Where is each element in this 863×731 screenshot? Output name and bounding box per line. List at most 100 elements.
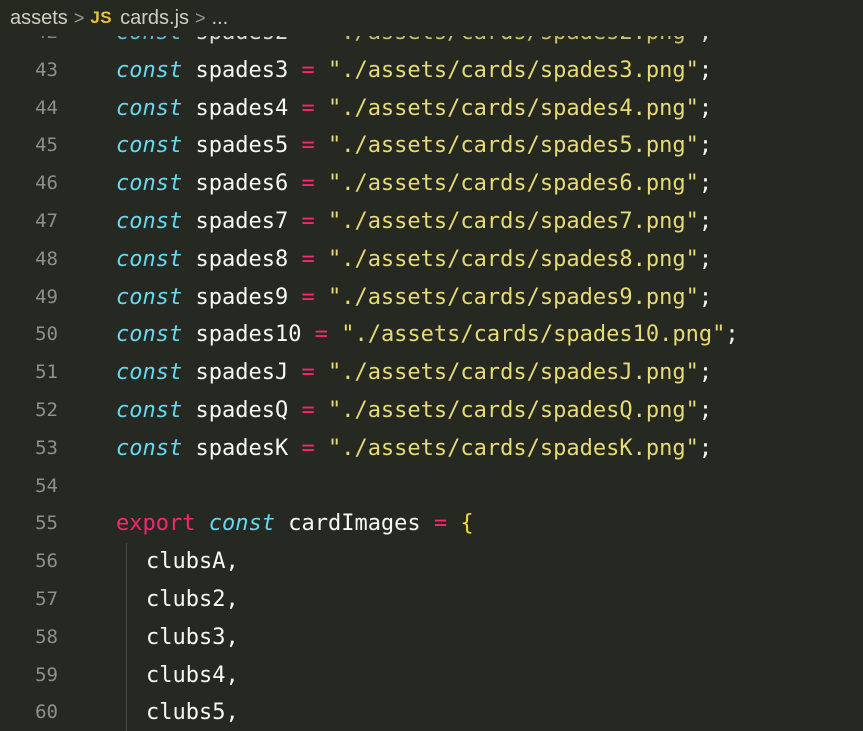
string-literal: "./assets/cards/spades3.png" [327, 57, 699, 83]
code-text: clubs4, [146, 657, 239, 695]
line-number: 42 [0, 36, 58, 52]
identifier: clubs3 [146, 624, 226, 650]
code-line[interactable]: 59 clubs4, [0, 656, 863, 695]
identifier: spades9 [195, 284, 289, 310]
keyword-const: const [208, 511, 275, 537]
keyword-const: const [116, 322, 183, 348]
string-literal: "./assets/cards/spades9.png" [327, 284, 699, 310]
javascript-file-icon: JS [90, 8, 113, 27]
string-literal: "./assets/cards/spades7.png" [327, 208, 699, 234]
keyword-const: const [116, 133, 183, 159]
string-literal: "./assets/cards/spades6.png" [327, 171, 699, 197]
code-line[interactable]: 44 const spades4 = "./assets/cards/spades… [0, 90, 863, 128]
code-line[interactable]: 53 const spadesK = "./assets/cards/spades… [0, 430, 863, 468]
code-text: clubs5, [146, 694, 239, 731]
code-text: clubsA, [146, 543, 239, 581]
code-text: const spadesK = "./assets/cards/spadesK.… [116, 430, 712, 468]
breadcrumb-file[interactable]: cards.js [120, 7, 189, 30]
semicolon: ; [698, 171, 713, 197]
operator: = [301, 284, 315, 310]
code-line[interactable]: 46 const spades6 = "./assets/cards/spades… [0, 165, 863, 203]
code-line[interactable]: 43 const spades3 = "./assets/cards/spades… [0, 52, 863, 90]
breadcrumb-symbol[interactable]: ... [212, 7, 229, 30]
code-text: const spades10 = "./assets/cards/spades1… [116, 316, 739, 354]
line-number: 55 [35, 512, 58, 535]
semicolon: ; [698, 133, 713, 159]
keyword-const: const [116, 95, 183, 121]
code-line[interactable]: 49 const spades9 = "./assets/cards/spades… [0, 279, 863, 317]
comma: , [225, 662, 239, 688]
code-line[interactable]: 57 clubs2, [0, 580, 863, 619]
code-text: const spades3 = "./assets/cards/spades3.… [116, 52, 712, 90]
identifier: spades8 [195, 246, 289, 272]
semicolon: ; [698, 435, 713, 461]
brace: { [460, 511, 474, 537]
line-number: 54 [35, 474, 58, 497]
line-number: 47 [35, 209, 58, 232]
comma: , [225, 586, 239, 612]
string-literal: "./assets/cards/spadesK.png" [327, 435, 699, 461]
keyword-const: const [116, 246, 183, 272]
code-line[interactable]: 52 const spadesQ = "./assets/cards/spades… [0, 392, 863, 430]
string-literal: "./assets/cards/spades8.png" [327, 246, 699, 272]
semicolon: ; [699, 36, 712, 45]
line-number: 58 [35, 625, 58, 648]
code-line[interactable]: 50 const spades10 = "./assets/cards/spade… [0, 316, 863, 354]
identifier: spadesJ [195, 360, 289, 386]
code-line[interactable]: 56 clubsA, [0, 543, 863, 581]
keyword-const: const [116, 57, 183, 83]
code-text: const spades7 = "./assets/cards/spades7.… [116, 203, 712, 241]
code-text: const spades8 = "./assets/cards/spades8.… [116, 241, 712, 279]
operator: = [301, 208, 315, 234]
code-line[interactable]: 58 clubs3, [0, 618, 863, 657]
code-line[interactable]: 51 const spadesJ = "./assets/cards/spades… [0, 354, 863, 392]
code-text: clubs2, [146, 581, 239, 619]
line-number: 43 [35, 58, 58, 81]
string-literal: "./assets/cards/spadesQ.png" [327, 397, 699, 423]
code-line[interactable]: 47 const spades7 = "./assets/cards/spades… [0, 203, 863, 241]
operator: = [301, 360, 315, 386]
code-line[interactable]: 54 [0, 468, 863, 506]
operator: = [301, 171, 315, 197]
semicolon: ; [725, 322, 739, 348]
code-line[interactable]: 55 export const cardImages = { [0, 505, 863, 543]
code-line[interactable]: 42 const spades2 = "./assets/cards/spades… [0, 36, 863, 52]
semicolon: ; [698, 208, 713, 234]
code-text: export const cardImages = { [116, 505, 474, 543]
operator: = [314, 322, 328, 348]
line-number: 60 [35, 701, 58, 724]
code-line[interactable]: 48 const spades8 = "./assets/cards/spades… [0, 241, 863, 279]
line-number: 59 [35, 663, 58, 686]
operator: = [301, 36, 314, 45]
identifier: spades2 [195, 36, 288, 45]
operator: = [301, 57, 315, 83]
code-editor[interactable]: 42 const spades2 = "./assets/cards/spades… [0, 36, 863, 731]
line-number: 49 [35, 285, 58, 308]
operator: = [433, 511, 448, 537]
identifier: clubs5 [146, 700, 226, 726]
identifier: spadesQ [195, 397, 289, 423]
indent-guide [126, 656, 127, 695]
code-text: const spades6 = "./assets/cards/spades6.… [116, 165, 712, 203]
identifier: spades4 [195, 95, 289, 121]
line-number: 44 [35, 96, 58, 119]
keyword-const: const [116, 397, 183, 423]
code-line[interactable]: 60 clubs5, [0, 694, 863, 731]
string-literal: "./assets/cards/spades4.png" [327, 95, 699, 121]
string-literal: "./assets/cards/spadesJ.png" [327, 360, 699, 386]
semicolon: ; [698, 246, 713, 272]
identifier: clubs4 [146, 662, 226, 688]
indent-guide [126, 694, 127, 731]
indent-guide [126, 580, 127, 619]
operator: = [301, 246, 315, 272]
line-number: 46 [35, 172, 58, 195]
operator: = [301, 397, 315, 423]
breadcrumb-folder[interactable]: assets [10, 7, 68, 30]
code-line[interactable]: 45 const spades5 = "./assets/cards/spades… [0, 127, 863, 165]
line-number: 56 [35, 550, 58, 573]
identifier: cardImages [288, 511, 421, 537]
string-literal: "./assets/cards/spades10.png" [341, 322, 726, 348]
chevron-right-icon: > [73, 7, 85, 28]
identifier: spades6 [195, 171, 289, 197]
comma: , [225, 624, 239, 650]
